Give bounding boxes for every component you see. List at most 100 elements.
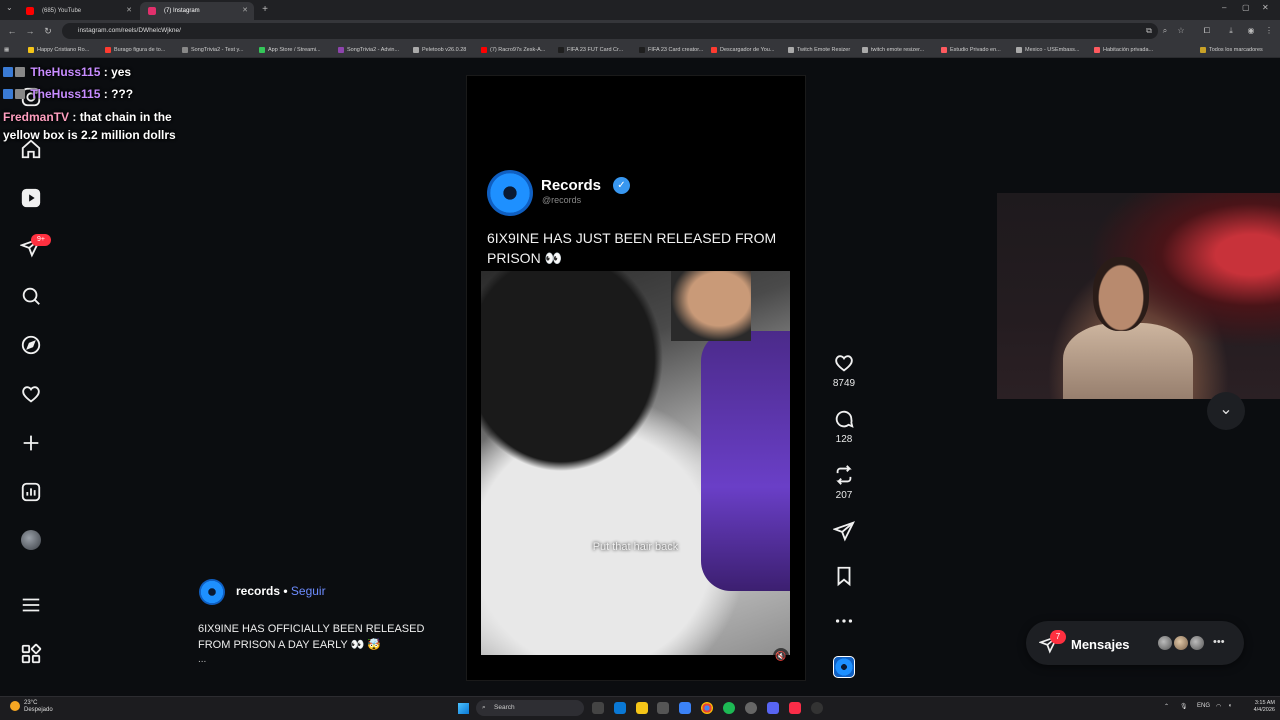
chevron-down-icon[interactable]: ⌄ <box>1207 392 1245 430</box>
bookmark-star-icon[interactable]: ☆ <box>1176 26 1186 36</box>
taskbar-search[interactable]: ⌕ Search <box>476 700 584 716</box>
task-view-icon[interactable] <box>592 702 604 714</box>
tab-instagram[interactable]: (7) Instagram ✕ <box>140 2 254 20</box>
caption-more-button[interactable]: ... <box>198 654 206 665</box>
bookmark-item[interactable]: Mexico - USEmbass... <box>1016 45 1079 55</box>
tab-youtube-label: (685) YouTube <box>42 8 82 14</box>
bookmark-label: Burago figura de to... <box>114 47 166 53</box>
spotify-icon[interactable] <box>723 702 735 714</box>
maximize-icon[interactable]: ▢ <box>1242 3 1250 12</box>
chat-message: TheHuss115 : yes <box>3 63 131 81</box>
more-options-icon[interactable]: ••• <box>1213 636 1225 648</box>
post-username-row: records • Seguir <box>236 584 326 598</box>
save-icon[interactable] <box>832 565 856 592</box>
post-username[interactable]: records <box>236 584 280 598</box>
close-window-icon[interactable]: ✕ <box>1262 3 1269 12</box>
streamer-head <box>1093 257 1149 331</box>
reel-headline: 6IX9INE HAS JUST BEEN RELEASED FROM PRIS… <box>487 230 777 266</box>
search-icon: ⌕ <box>482 704 486 711</box>
bookmark-item[interactable]: Happy Cristiano Ro... <box>28 45 89 55</box>
store-icon[interactable] <box>657 702 669 714</box>
chat-username: FredmanTV <box>3 110 70 124</box>
bookmark-item[interactable]: Twitch Emote Resizer <box>788 45 850 55</box>
heart-icon[interactable] <box>20 383 42 405</box>
extensions-icon[interactable]: ⧠ <box>1202 26 1212 36</box>
edge-icon[interactable] <box>614 702 626 714</box>
file-explorer-icon[interactable] <box>636 702 648 714</box>
apps-grid-icon[interactable]: ▦ <box>4 45 9 55</box>
messages-badge: 7 <box>1050 630 1066 644</box>
start-button-icon[interactable] <box>458 703 469 714</box>
forward-icon[interactable]: → <box>24 25 36 37</box>
bookmark-item[interactable]: (7) Racro97s Zesk-A... <box>481 45 545 55</box>
follow-button[interactable]: Seguir <box>291 584 326 598</box>
like-icon[interactable] <box>832 352 856 379</box>
tab-search-icon[interactable]: ⌄ <box>6 3 13 12</box>
new-tab-button[interactable]: + <box>258 2 272 18</box>
microphone-icon[interactable]: 🎙 <box>1180 703 1188 710</box>
audio-avatar[interactable] <box>833 656 855 678</box>
profile-icon[interactable]: ◉ <box>1246 26 1256 36</box>
reel-video[interactable] <box>481 271 790 655</box>
comment-count: 128 <box>835 434 853 445</box>
taskbar-clock[interactable]: 3:15 AM 4/4/2026 <box>1243 700 1275 714</box>
chat-username: TheHuss115 <box>30 87 101 101</box>
dashboard-icon[interactable] <box>20 481 42 503</box>
close-icon[interactable]: ✕ <box>242 2 248 20</box>
wifi-icon[interactable]: ◠ <box>1216 703 1221 710</box>
bookmark-item[interactable]: FIFA 23 FUT Card Cr... <box>558 45 623 55</box>
mail-icon[interactable] <box>679 702 691 714</box>
obs-icon[interactable] <box>811 702 823 714</box>
cast-icon[interactable]: ⧉ <box>1144 26 1154 36</box>
bookmark-item[interactable]: SongTrivia2 - Advin... <box>338 45 399 55</box>
bookmark-item[interactable]: Peletoob v26.0.28 <box>413 45 466 55</box>
address-bar[interactable]: instagram.com/reels/DWhelcWjkne/ <box>62 23 1158 39</box>
language-indicator[interactable]: ENG <box>1197 703 1210 709</box>
settings-icon[interactable] <box>745 702 757 714</box>
create-icon[interactable] <box>20 432 42 454</box>
reload-icon[interactable]: ↻ <box>42 25 54 37</box>
profile-avatar[interactable] <box>21 530 41 550</box>
tray-chevron-icon[interactable]: ⌃ <box>1164 703 1169 710</box>
all-bookmarks-folder[interactable]: Todos los marcadores <box>1200 45 1263 55</box>
search-icon[interactable] <box>20 285 42 307</box>
reels-icon[interactable] <box>20 187 42 209</box>
share-icon[interactable] <box>832 520 856 547</box>
close-icon[interactable]: ✕ <box>126 2 132 20</box>
bookmark-label: Habitación privada... <box>1103 47 1154 53</box>
download-icon[interactable]: ⤓ <box>1226 26 1236 36</box>
more-options-icon[interactable] <box>832 610 856 637</box>
chrome-icon[interactable] <box>701 702 713 714</box>
bookmark-item[interactable]: FIFA 23 Card creator... <box>639 45 703 55</box>
explore-icon[interactable] <box>20 334 42 356</box>
weather-desc: Despejado <box>24 707 53 713</box>
bookmark-item[interactable]: Burago figura de to... <box>105 45 165 55</box>
post-avatar[interactable] <box>199 579 225 605</box>
bookmark-favicon-icon <box>558 47 564 53</box>
instagram-favicon-icon <box>148 7 156 15</box>
comment-icon[interactable] <box>832 408 856 435</box>
bookmark-item[interactable]: Descargador de You... <box>711 45 774 55</box>
minimize-icon[interactable]: – <box>1222 3 1226 12</box>
mute-icon[interactable]: 🔇 <box>773 648 789 664</box>
video-figure-face <box>671 271 751 341</box>
kebab-menu-icon[interactable]: ⋮ <box>1264 26 1274 36</box>
bookmark-item[interactable]: twitch emote resizer... <box>862 45 924 55</box>
bookmark-item[interactable]: Habitación privada... <box>1094 45 1153 55</box>
back-icon[interactable]: ← <box>6 25 18 37</box>
menu-icon[interactable] <box>20 594 42 616</box>
music-icon[interactable] <box>789 702 801 714</box>
apps-icon[interactable] <box>20 643 42 665</box>
zoom-icon[interactable]: ⌕ <box>1160 26 1170 36</box>
records-logo <box>487 170 533 216</box>
chat-message: FredmanTV : that chain in the yellow box… <box>3 110 176 142</box>
tab-youtube[interactable]: (685) YouTube ✕ <box>18 2 138 20</box>
volume-icon[interactable]: ◖ <box>1228 703 1232 709</box>
bookmark-item[interactable]: SongTrivia2 - Test y... <box>182 45 243 55</box>
repost-icon[interactable] <box>832 464 856 491</box>
account-name: Records <box>541 177 602 194</box>
weather-widget[interactable]: 23°C Despejado <box>10 700 53 714</box>
bookmark-item[interactable]: App Store / Streami... <box>259 45 321 55</box>
bookmark-item[interactable]: Estudio Privado en... <box>941 45 1001 55</box>
discord-icon[interactable] <box>767 702 779 714</box>
